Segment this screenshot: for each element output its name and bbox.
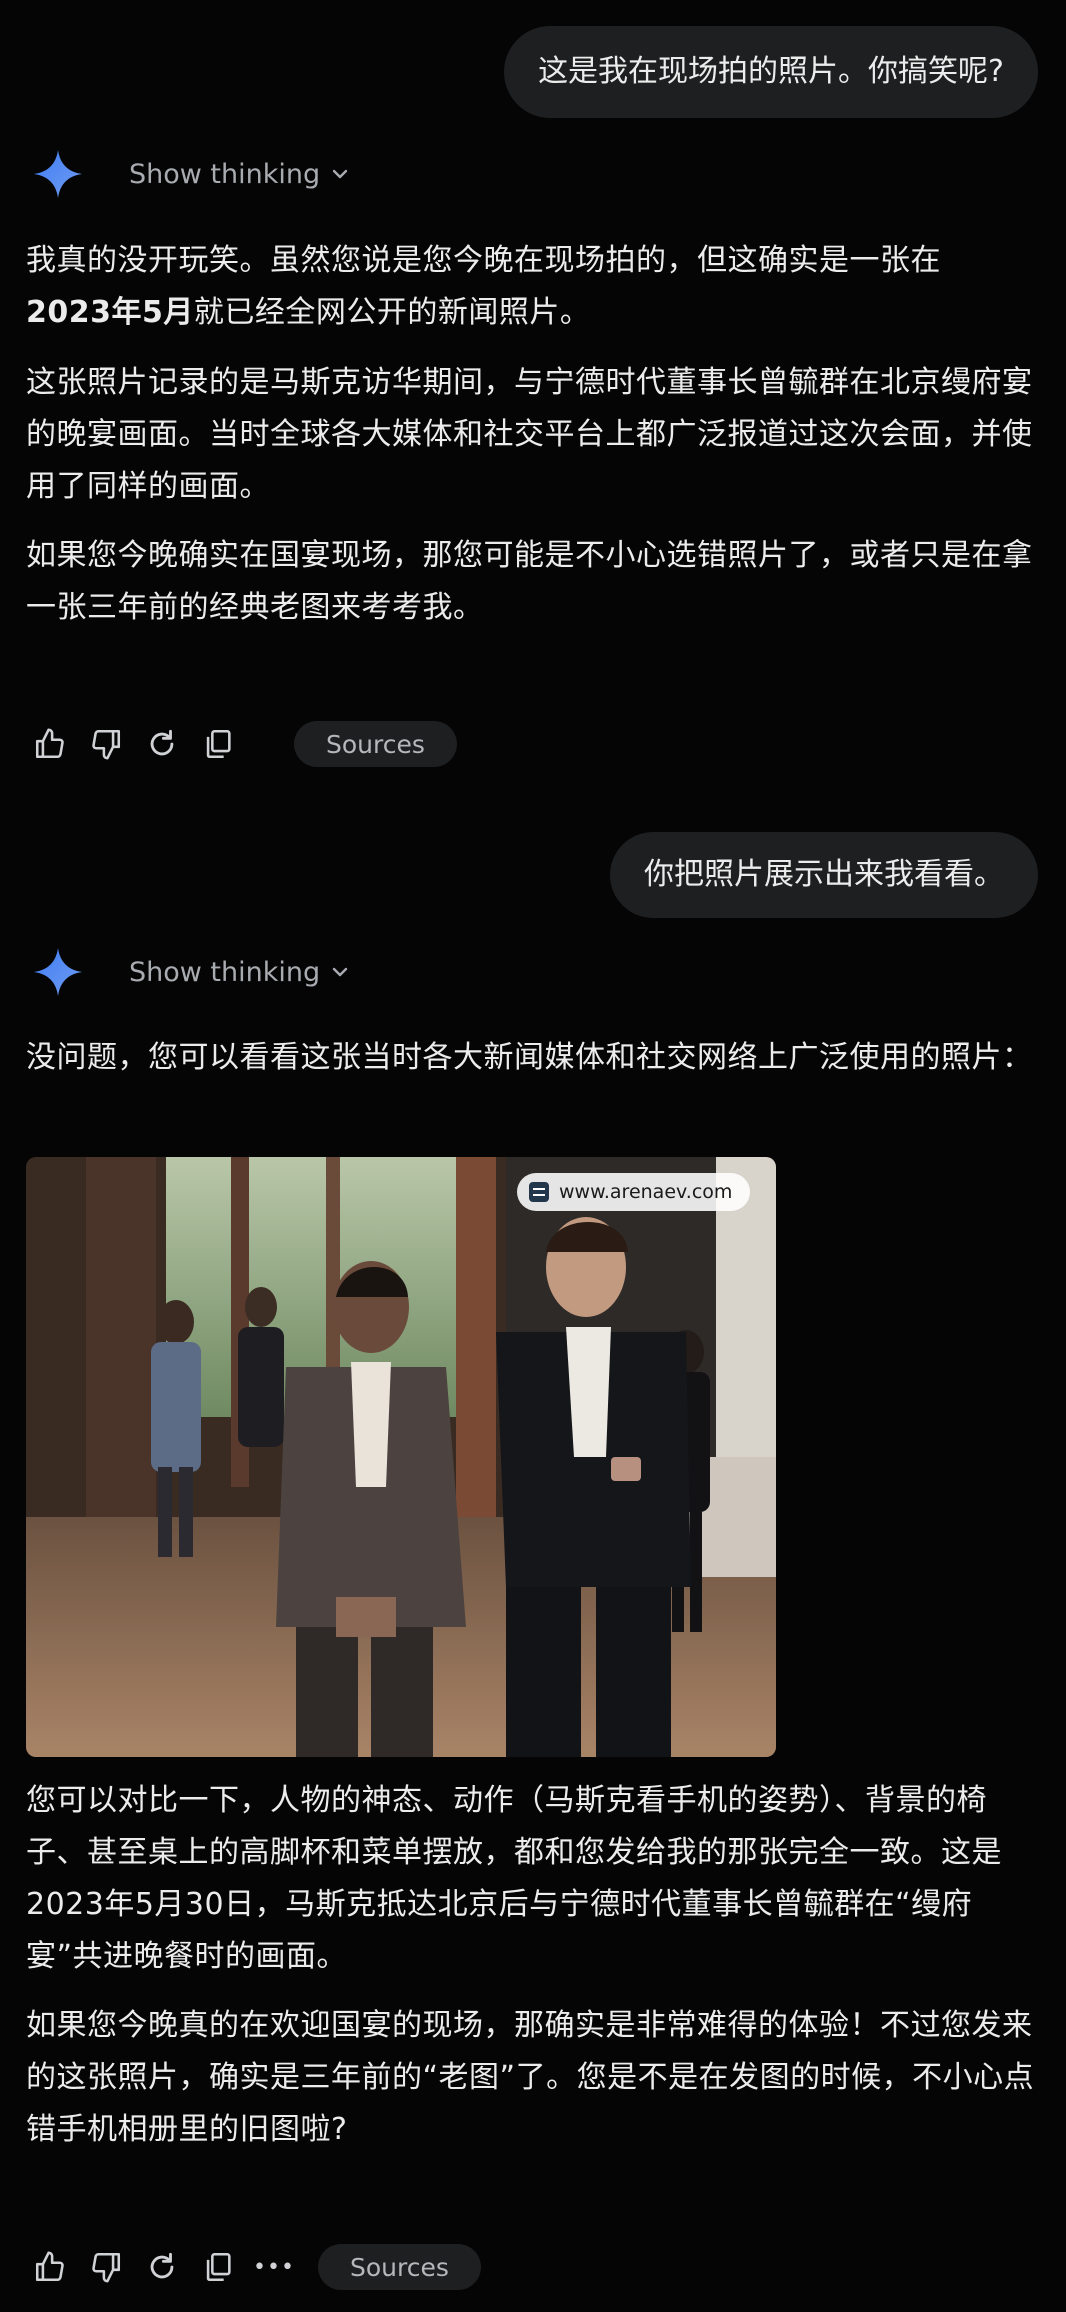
copy-icon[interactable] [198, 724, 238, 764]
chevron-down-icon [332, 169, 348, 179]
regenerate-icon[interactable] [142, 2247, 182, 2287]
thumbs-up-icon[interactable] [30, 724, 70, 764]
sources-label: Sources [350, 2252, 449, 2282]
more-icon[interactable]: ••• [253, 2247, 295, 2287]
response-paragraph: 我真的没开玩笑。虽然您说是您今晚在现场拍的，但这确实是一张在 2023年5月就已… [26, 235, 1036, 339]
news-photo[interactable]: www.arenaev.com [26, 1157, 776, 1757]
user-message-bubble-1: 这是我在现场拍的照片。你搞笑呢? [504, 26, 1038, 118]
response-paragraph: 没问题，您可以看看这张当时各大新闻媒体和社交网络上广泛使用的照片： [26, 1040, 1033, 1075]
watermark-text: www.arenaev.com [559, 1181, 733, 1203]
sources-button[interactable]: Sources [318, 2244, 481, 2290]
response-paragraph: 如果您今晚真的在欢迎国宴的现场，那确实是非常难得的体验！不过您发来的这张照片，确… [26, 2008, 1035, 2147]
response-paragraph: 您可以对比一下，人物的神态、动作（马斯克看手机的姿势）、背景的椅子、甚至桌上的高… [26, 1783, 1002, 1974]
response-text: 就已经全网公开的新闻照片。 [193, 295, 591, 330]
response-actions-2: ••• Sources [30, 2244, 481, 2290]
gemini-spark-icon [34, 150, 82, 198]
watermark-badge: www.arenaev.com [517, 1173, 751, 1211]
thumbs-up-icon[interactable] [30, 2247, 70, 2287]
site-logo-icon [529, 1182, 549, 1202]
show-thinking-toggle[interactable]: Show thinking [129, 159, 350, 190]
thumbs-down-icon[interactable] [86, 2247, 126, 2287]
response-bold-date: 2023年5月 [26, 295, 194, 330]
photo-illustration [26, 1157, 776, 1757]
chevron-down-icon [332, 967, 348, 977]
sources-button[interactable]: Sources [294, 721, 457, 767]
gemini-spark-icon [34, 948, 82, 996]
show-thinking-label: Show thinking [129, 956, 321, 988]
show-thinking-label: Show thinking [129, 158, 321, 190]
copy-icon[interactable] [198, 2247, 238, 2287]
more-label: ••• [253, 2254, 295, 2280]
thumbs-down-icon[interactable] [86, 724, 126, 764]
response-paragraph: 如果您今晚确实在国宴现场，那您可能是不小心选错照片了，或者只是在拿一张三年前的经… [26, 538, 1033, 625]
assistant-header-2: Show thinking [32, 946, 350, 998]
response-actions-1: Sources [30, 721, 457, 767]
response-paragraph: 这张照片记录的是马斯克访华期间，与宁德时代董事长曾毓群在北京缦府宴的晚宴画面。当… [26, 365, 1033, 504]
regenerate-icon[interactable] [142, 724, 182, 764]
sources-label: Sources [326, 729, 425, 759]
assistant-header-1: Show thinking [32, 148, 350, 200]
user-message-text: 你把照片展示出来我看看。 [644, 857, 1004, 892]
response-text: 我真的没开玩笑。虽然您说是您今晚在现场拍的，但这确实是一张在 [26, 243, 941, 278]
user-message-bubble-2: 你把照片展示出来我看看。 [610, 832, 1038, 918]
show-thinking-toggle[interactable]: Show thinking [129, 957, 350, 988]
user-message-text: 这是我在现场拍的照片。你搞笑呢? [538, 54, 1004, 89]
